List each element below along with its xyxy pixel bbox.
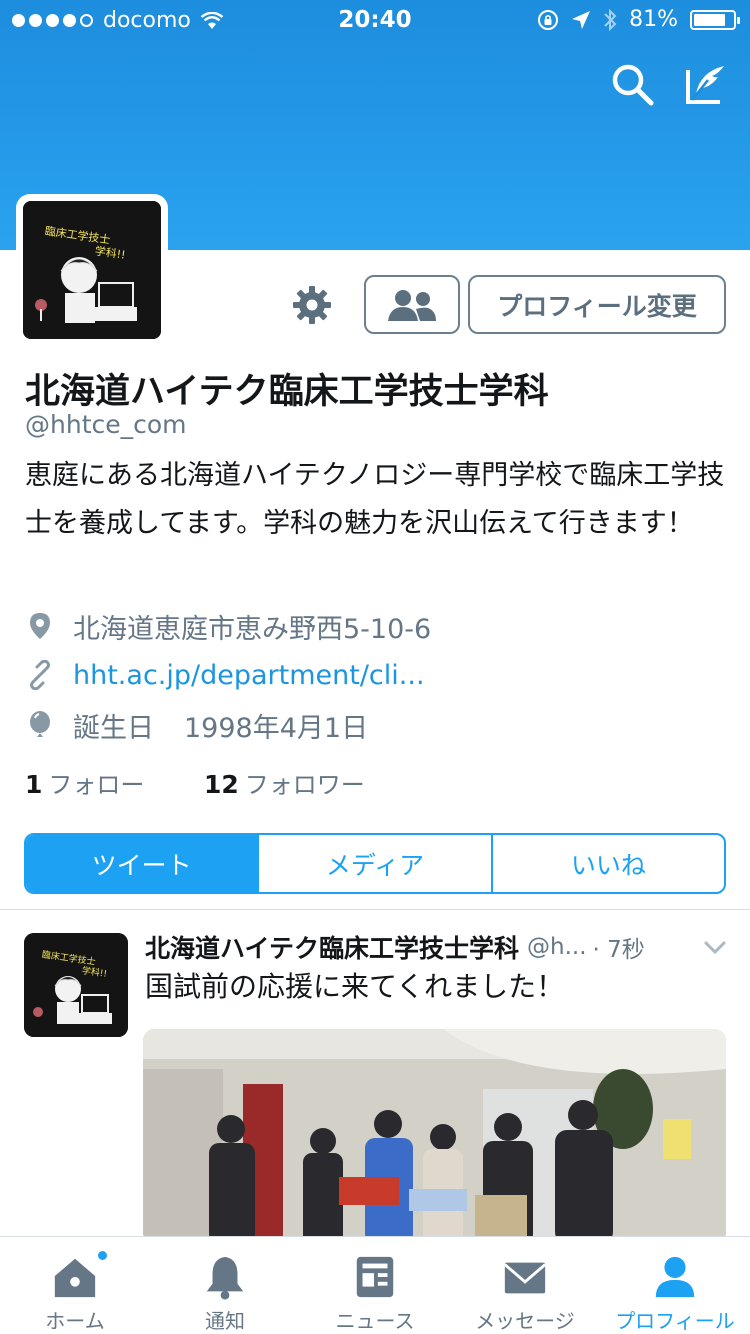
tabbar-news[interactable]: ニュース: [300, 1237, 450, 1334]
followers-count-link[interactable]: 12 フォロワー: [204, 765, 365, 800]
avatar-illustration: 臨床工学技士 学科!!: [24, 933, 128, 1037]
notification-dot: [96, 1249, 109, 1262]
link-icon: [30, 660, 50, 690]
photo-group-image: [143, 1029, 726, 1244]
divider: [0, 909, 750, 910]
people-icon: [388, 289, 436, 321]
location-pin-icon: [30, 613, 50, 639]
profile-bio: 恵庭にある北海道ハイテクノロジー専門学校で臨床工学技士を養成してます。学科の魅力…: [25, 460, 725, 539]
profile-avatar[interactable]: 臨床工学技士 学科!!: [16, 194, 168, 346]
tab-tweets[interactable]: ツイート: [26, 835, 258, 892]
tabbar-label: ホーム: [45, 1309, 105, 1333]
balloon-icon: [30, 711, 50, 737]
status-bar: docomo 20:40 81%: [0, 0, 750, 40]
status-icons: 81%: [537, 7, 740, 32]
tweet-text: 国試前の応援に来てくれました！: [145, 970, 565, 1003]
following-count: 1: [25, 770, 43, 799]
bluetooth-icon: [604, 8, 617, 31]
news-icon: [356, 1256, 394, 1298]
birthday-label: 誕生日: [73, 712, 154, 744]
birthday-date: 1998年4月1日: [184, 712, 369, 744]
tweet-author-handle: @h...: [527, 934, 587, 960]
tabbar-label: ニュース: [335, 1309, 415, 1333]
profile-name: 北海道ハイテク臨床工学技士学科: [25, 372, 549, 412]
battery-percentage: 81%: [629, 7, 678, 32]
location-text: 北海道恵庭市恵み野西5-10-6: [73, 613, 432, 645]
tweet-time: · 7秒: [592, 937, 645, 963]
location-arrow-icon: [572, 10, 591, 29]
tabbar-home[interactable]: ホーム: [0, 1237, 150, 1334]
birthday-row: 誕生日 1998年4月1日: [25, 705, 368, 745]
avatar-image: 臨床工学技士 学科!!: [23, 201, 161, 339]
url-row: hht.ac.jp/department/cli...: [25, 655, 425, 695]
rotation-lock-icon: [538, 9, 559, 30]
tabbar-profile[interactable]: プロフィール: [600, 1237, 750, 1334]
tab-likes[interactable]: いいね: [490, 835, 724, 892]
home-icon: [54, 1258, 96, 1298]
compose-icon[interactable]: [682, 60, 730, 108]
following-count-link[interactable]: 1 フォロー: [25, 765, 144, 800]
tweet-header: 北海道ハイテク臨床工学技士学科 @h... · 7秒: [145, 930, 730, 964]
people-button[interactable]: [364, 275, 460, 334]
chevron-down-icon[interactable]: [702, 934, 728, 960]
location-row: 北海道恵庭市恵み野西5-10-6: [25, 606, 431, 646]
gear-icon[interactable]: [290, 283, 334, 327]
battery-icon: [690, 9, 740, 30]
tabbar-label: メッセージ: [475, 1309, 575, 1333]
tabbar-messages[interactable]: メッセージ: [450, 1237, 600, 1334]
tabbar-label: 通知: [205, 1309, 245, 1333]
bell-icon: [206, 1256, 244, 1300]
search-icon[interactable]: [608, 60, 656, 108]
person-icon: [655, 1256, 695, 1298]
followers-label: フォロワー: [244, 771, 365, 799]
profile-url-link[interactable]: hht.ac.jp/department/cli...: [73, 660, 425, 691]
tweet-photo[interactable]: [143, 1029, 726, 1244]
following-label: フォロー: [48, 771, 145, 799]
tab-media[interactable]: メディア: [257, 835, 490, 892]
followers-count: 12: [204, 770, 239, 799]
bottom-tab-bar: ホーム 通知 ニュース メッセージ プロフィール: [0, 1236, 750, 1334]
profile-handle: @hhtce_com: [25, 410, 187, 439]
avatar-illustration: 臨床工学技士 学科!!: [23, 201, 161, 339]
mail-icon: [503, 1262, 547, 1294]
profile-tabs: ツイート メディア いいね: [24, 833, 726, 894]
edit-profile-button[interactable]: プロフィール変更: [468, 275, 726, 334]
tweet-author-name[interactable]: 北海道ハイテク臨床工学技士学科: [145, 929, 519, 965]
tabbar-label: プロフィール: [615, 1309, 735, 1333]
tabbar-notifications[interactable]: 通知: [150, 1237, 300, 1334]
tweet-avatar[interactable]: 臨床工学技士 学科!!: [24, 933, 128, 1037]
